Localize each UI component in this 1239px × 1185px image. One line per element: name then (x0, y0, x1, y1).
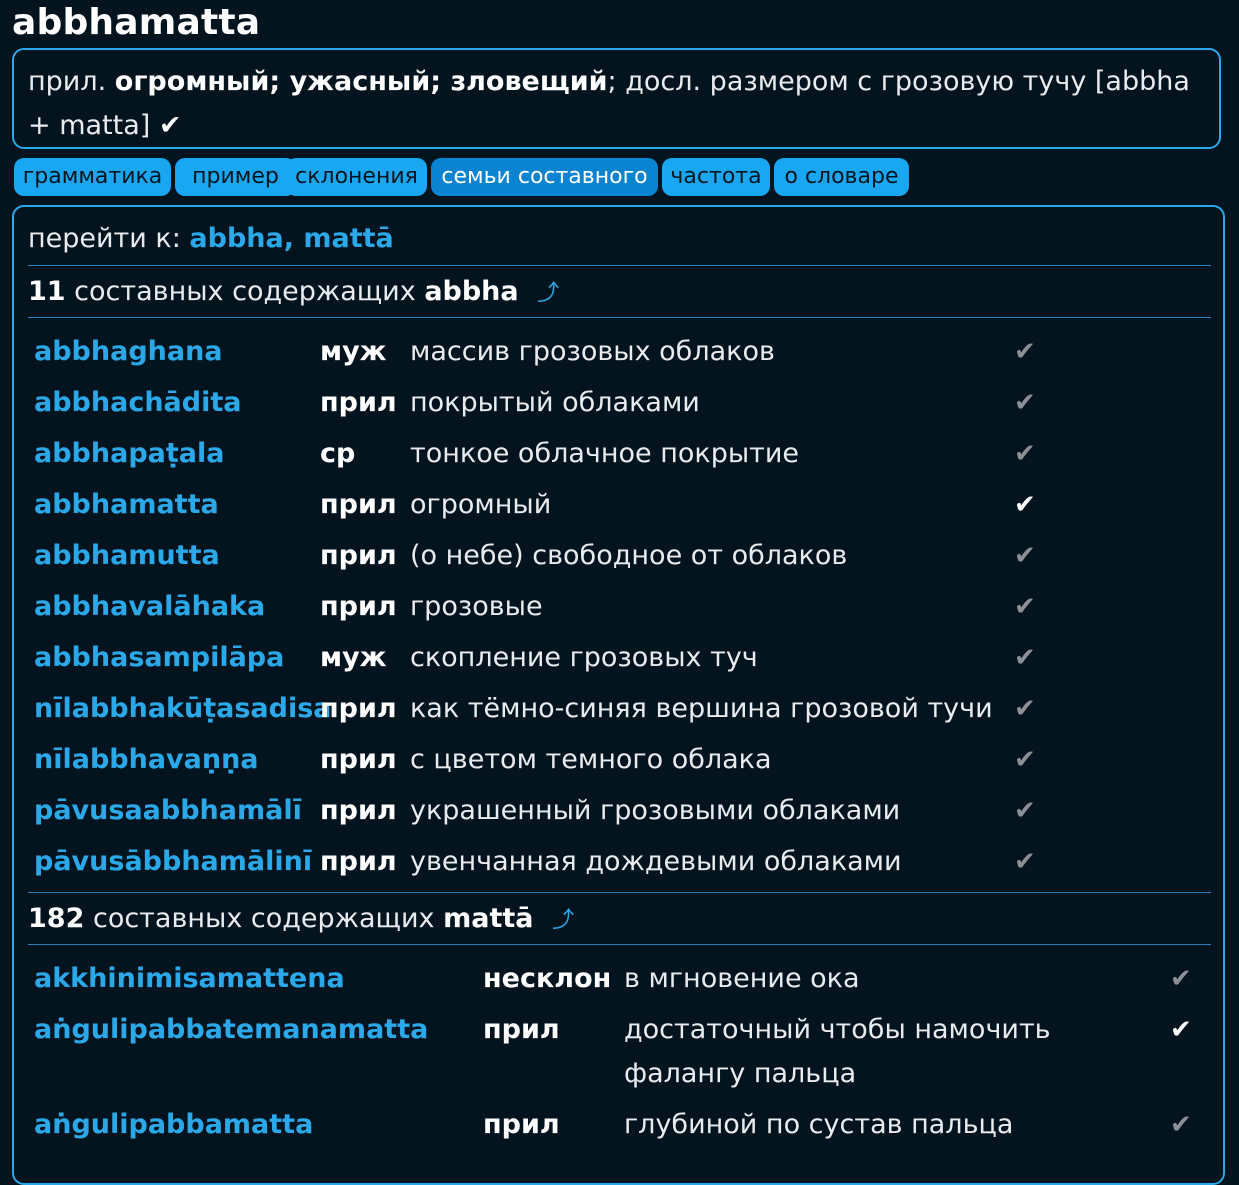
part-of-speech: муж (320, 336, 387, 367)
compound-meaning: массив грозовых облаков (410, 336, 775, 367)
tab-example[interactable]: пример (175, 158, 296, 196)
compound-word-link[interactable]: nīlabbhavaṇṇa (34, 738, 259, 782)
jump-links[interactable]: abbha, mattā (189, 223, 393, 254)
compound-word-link[interactable]: abbhapaṭala (34, 432, 224, 476)
section-count: 182 (28, 903, 85, 934)
section-root: abbha (424, 276, 519, 307)
compound-meaning: (о небе) свободное от облаков (410, 540, 848, 571)
check-icon: ✔ (1014, 490, 1036, 520)
section-title-abbha: 11 составных содержащих abbha ⤴ (28, 275, 559, 307)
part-of-speech: прил (483, 1109, 560, 1140)
summary-meaning: огромный; ужасный; зловещий (114, 66, 608, 97)
part-of-speech: прил (320, 591, 397, 622)
compound-word-link[interactable]: abbhachādita (34, 381, 241, 425)
part-of-speech: прил (320, 387, 397, 418)
tab-grammar[interactable]: грамматика (14, 158, 171, 196)
check-icon: ✔ (1014, 745, 1036, 775)
tab-about-dictionary[interactable]: о словаре (774, 158, 909, 196)
part-of-speech: несклон (483, 963, 612, 994)
part-of-speech: муж (320, 642, 387, 673)
check-icon: ✔ (1014, 337, 1036, 367)
check-icon: ✔ (1014, 694, 1036, 724)
check-icon: ✔ (1014, 439, 1036, 469)
check-icon: ✔ (1170, 964, 1192, 994)
part-of-speech: прил (320, 744, 397, 775)
jump-up-icon[interactable]: ⤴ (537, 281, 559, 306)
compound-meaning: скопление грозовых туч (410, 642, 758, 673)
compound-word-link[interactable]: abbhavalāhaka (34, 585, 265, 629)
compound-meaning: грозовые (410, 591, 543, 622)
check-icon: ✔ (1014, 796, 1036, 826)
headword-title: abbhamatta (12, 2, 261, 43)
jump-up-icon[interactable]: ⤴ (552, 908, 574, 933)
compound-meaning: украшенный грозовыми облаками (410, 795, 901, 826)
compound-meaning: огромный (410, 489, 552, 520)
check-icon: ✔ (1170, 1015, 1192, 1045)
divider (28, 317, 1211, 318)
compound-word-link[interactable]: abbhaghana (34, 330, 223, 374)
divider (28, 944, 1211, 945)
compound-word-link[interactable]: aṅgulipabbatemanamatta (34, 1008, 428, 1052)
part-of-speech: прил (320, 846, 397, 877)
check-icon: ✔ (1014, 541, 1036, 571)
tab-compound-families[interactable]: семьи составного (431, 158, 658, 196)
compound-meaning: достаточный чтобы намочить фалангу пальц… (624, 1014, 1051, 1089)
compound-meaning: с цветом темного облака (410, 744, 772, 775)
section-root: mattā (443, 903, 534, 934)
summary-box: прил. огромный; ужасный; зловещий; досл.… (12, 48, 1221, 149)
compound-word-link[interactable]: aṅgulipabbamatta (34, 1103, 313, 1147)
section-title-text: составных содержащих (92, 903, 435, 934)
divider (28, 892, 1211, 893)
compound-word-link[interactable]: abbhamutta (34, 534, 220, 578)
compound-word-link[interactable]: akkhinimisamattena (34, 957, 345, 1001)
part-of-speech: прил (320, 693, 397, 724)
check-icon: ✔ (1014, 847, 1036, 877)
compound-word-link[interactable]: abbhasampilāpa (34, 636, 284, 680)
part-of-speech: прил (483, 1014, 560, 1045)
compound-word-link[interactable]: pāvusaabbhamālī (34, 789, 302, 833)
part-of-speech: прил (320, 489, 397, 520)
section-title-matta: 182 составных содержащих mattā ⤴ (28, 902, 574, 934)
tab-declension[interactable]: склонения (286, 158, 427, 196)
compound-family-panel: перейти к: abbha, mattā 11 составных сод… (12, 205, 1225, 1185)
compound-word-link[interactable]: abbhamatta (34, 483, 219, 527)
part-of-speech: ср (320, 438, 356, 469)
section-count: 11 (28, 276, 66, 307)
compound-meaning: покрытый облаками (410, 387, 700, 418)
compound-meaning: как тёмно-синяя вершина грозовой тучи (410, 693, 993, 724)
part-of-speech: прил (320, 540, 397, 571)
check-icon: ✔ (158, 110, 182, 141)
compound-word-link[interactable]: pāvusābbhamālinī (34, 840, 312, 884)
part-of-speech: прил (320, 795, 397, 826)
check-icon: ✔ (1014, 388, 1036, 418)
section-title-text: составных содержащих (74, 276, 416, 307)
check-icon: ✔ (1170, 1110, 1192, 1140)
jump-to: перейти к: abbha, mattā (28, 223, 394, 254)
compound-word-link[interactable]: nīlabbhakūṭasadisa (34, 687, 332, 731)
summary-pos: прил. (28, 66, 107, 97)
compound-meaning: в мгновение ока (624, 963, 860, 994)
compound-meaning: тонкое облачное покрытие (410, 438, 800, 469)
divider (28, 265, 1211, 266)
jump-label: перейти к: (28, 223, 181, 254)
check-icon: ✔ (1014, 592, 1036, 622)
compound-meaning: глубиной по сустав пальца (624, 1109, 1014, 1140)
check-icon: ✔ (1014, 643, 1036, 673)
tab-frequency[interactable]: частота (662, 158, 770, 196)
compound-meaning: увенчанная дождевыми облаками (410, 846, 902, 877)
